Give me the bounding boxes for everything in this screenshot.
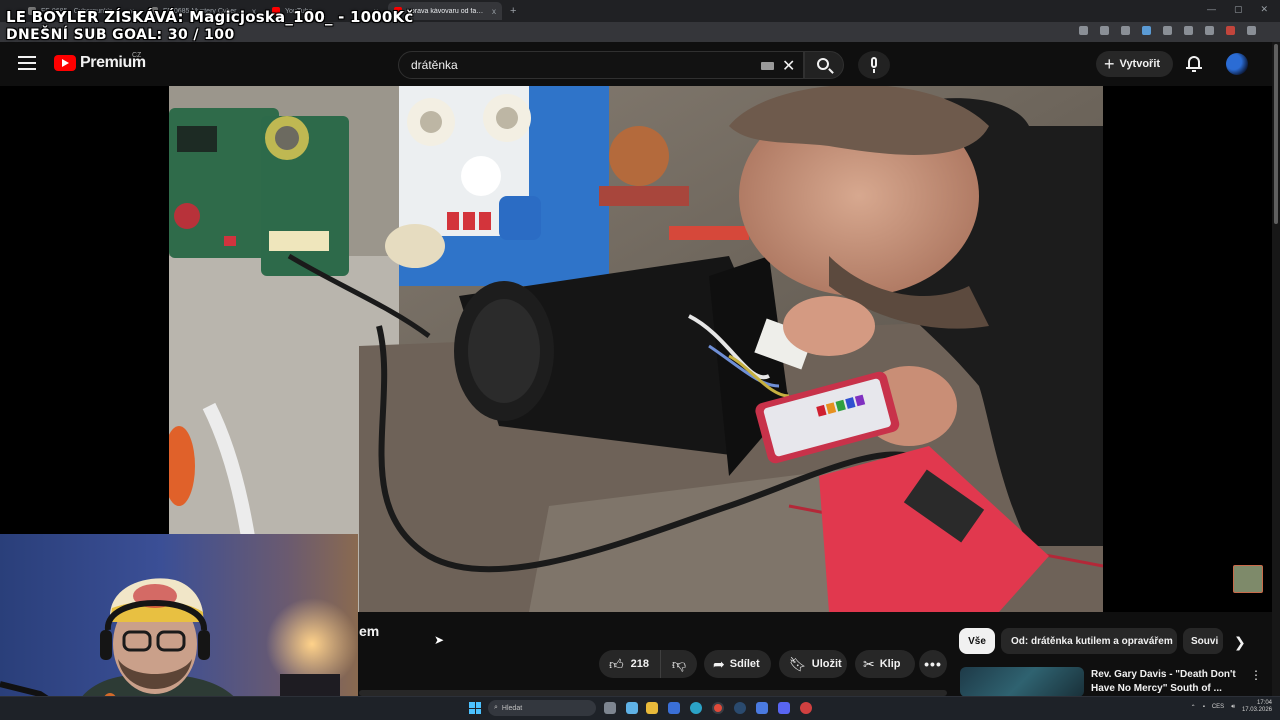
taskbar-search-placeholder: Hledat xyxy=(501,704,523,712)
share-label: Sdílet xyxy=(729,658,760,670)
edge-icon[interactable] xyxy=(690,702,702,714)
tray-app-icon[interactable]: ▪ xyxy=(1203,704,1205,710)
search-icon: ⌕ xyxy=(494,704,498,711)
hamburger-menu-icon[interactable] xyxy=(18,56,36,70)
puzzle-icon[interactable] xyxy=(1184,26,1193,35)
mouse-cursor-icon: ➤ xyxy=(434,633,445,647)
keyboard-icon[interactable] xyxy=(761,62,774,70)
widgets-icon[interactable] xyxy=(626,702,638,714)
notifications-bell-icon[interactable] xyxy=(1186,55,1202,72)
sub-goal-text: DNEŠNÍ SUB GOAL: 30 / 100 xyxy=(6,27,235,43)
bookmark-icon: 🔖︎ xyxy=(789,656,807,672)
language-indicator[interactable]: CES xyxy=(1212,704,1224,710)
suggested-video-title[interactable]: Rev. Gary Davis - "Death Don't Have No M… xyxy=(1091,668,1237,696)
search-input[interactable]: drátěnka ✕ xyxy=(398,51,804,79)
install-icon[interactable] xyxy=(1079,26,1088,35)
microphone-icon xyxy=(871,57,877,68)
save-button[interactable]: 🔖︎ Uložit xyxy=(779,650,847,678)
profile-icon[interactable] xyxy=(1205,26,1214,35)
youtube-play-icon xyxy=(54,55,76,71)
video-title: em xyxy=(359,623,380,639)
chevron-right-icon[interactable]: ❯ xyxy=(1234,634,1246,651)
scrollbar-thumb[interactable] xyxy=(1274,44,1278,224)
file-explorer-icon[interactable] xyxy=(646,702,658,714)
chrome-icon[interactable] xyxy=(712,702,724,714)
more-actions-button[interactable]: ••• xyxy=(919,650,947,678)
share-arrow-icon: ➦ xyxy=(713,656,725,672)
thumbs-down-icon: 👎︎ xyxy=(671,656,687,672)
search-query: drátěnka xyxy=(411,58,458,72)
tab-label: oprava kávovaru od fanynk... xyxy=(407,7,487,15)
youtube-header: Premium CZ drátěnka ✕ + Vytvořit xyxy=(0,42,1280,86)
tab-close-icon[interactable]: x xyxy=(492,7,496,16)
chip-all[interactable]: Vše xyxy=(959,628,995,654)
volume-icon[interactable]: 🔊︎ xyxy=(1231,704,1235,711)
dislike-button[interactable]: 👎︎ xyxy=(661,650,697,678)
clip-button[interactable]: ✂ Klip xyxy=(855,650,915,678)
clock-time: 17:04 xyxy=(1256,700,1272,706)
system-tray: ⌃ ▪ CES 🔊︎ 17:04 17.03.2026 xyxy=(1191,700,1272,714)
store-icon[interactable] xyxy=(668,702,680,714)
discord-icon[interactable] xyxy=(778,702,790,714)
page-scrollbar[interactable] xyxy=(1272,42,1280,696)
account-avatar[interactable] xyxy=(1226,53,1248,75)
like-dislike-group: 👍︎ 218 👎︎ xyxy=(599,650,697,678)
maximize-icon[interactable]: ▢ xyxy=(1234,4,1243,15)
clear-search-icon[interactable]: ✕ xyxy=(782,56,795,76)
search-button[interactable] xyxy=(804,51,844,79)
close-window-icon[interactable]: ✕ xyxy=(1260,4,1268,15)
create-label: Vytvořit xyxy=(1119,58,1161,70)
clock-date: 17.03.2026 xyxy=(1241,707,1272,713)
search-icon xyxy=(817,58,829,70)
extension-icon[interactable] xyxy=(1142,26,1151,35)
like-button[interactable]: 👍︎ 218 xyxy=(599,650,661,678)
region-code: CZ xyxy=(132,52,142,59)
streamer-webcam xyxy=(0,534,358,720)
extension-icons xyxy=(1079,26,1256,35)
obs-icon[interactable] xyxy=(800,702,812,714)
steam-icon[interactable] xyxy=(734,702,746,714)
window-controls: — ▢ ✕ xyxy=(1207,4,1268,15)
youtube-premium-logo[interactable]: Premium CZ xyxy=(54,52,146,72)
new-tab-button[interactable]: + xyxy=(510,5,516,17)
thumbs-up-icon: 👍︎ xyxy=(609,656,624,672)
suggested-video-menu-icon[interactable]: ⋮ xyxy=(1250,668,1262,682)
tray-chevron-icon[interactable]: ⌃ xyxy=(1191,704,1196,711)
minimize-icon[interactable]: — xyxy=(1207,4,1216,15)
share-page-icon[interactable] xyxy=(1100,26,1109,35)
app-icon[interactable] xyxy=(756,702,768,714)
voice-search-button[interactable] xyxy=(858,51,890,79)
clock[interactable]: 17:04 17.03.2026 xyxy=(1242,700,1272,714)
extension-icon[interactable] xyxy=(1163,26,1172,35)
windows-taskbar: ⌕ Hledat ⌃ ▪ CES 🔊︎ 17:04 17.03.2026 xyxy=(0,696,1280,720)
save-label: Uložit xyxy=(811,658,842,670)
extension-icon[interactable] xyxy=(1226,26,1235,35)
bookmark-star-icon[interactable] xyxy=(1121,26,1130,35)
chip-from-channel[interactable]: Od: drátěnka kutilem a opravářem xyxy=(1001,628,1177,654)
plus-icon: + xyxy=(1104,54,1115,74)
clip-label: Klip xyxy=(879,658,901,670)
create-button[interactable]: + Vytvořit xyxy=(1096,51,1173,77)
task-view-icon[interactable] xyxy=(604,702,616,714)
donation-alert-text: LE BOYLER ZÍSKÁVÁ: Magicjoska_100_ - 100… xyxy=(6,8,414,26)
channel-watermark-logo[interactable] xyxy=(1233,565,1263,593)
like-count: 218 xyxy=(630,658,649,670)
webcam-image xyxy=(0,534,358,720)
scissors-icon: ✂ xyxy=(863,656,875,672)
kebab-menu-icon[interactable] xyxy=(1247,26,1256,35)
chip-related[interactable]: Souvi xyxy=(1183,628,1223,654)
taskbar-search[interactable]: ⌕ Hledat xyxy=(488,700,596,716)
suggested-video-thumbnail[interactable] xyxy=(960,667,1084,697)
share-button[interactable]: ➦ Sdílet xyxy=(704,650,771,678)
windows-start-icon[interactable] xyxy=(469,702,481,714)
stream-overlay: LE BOYLER ZÍSKÁVÁ: Magicjoska_100_ - 100… xyxy=(6,8,413,44)
